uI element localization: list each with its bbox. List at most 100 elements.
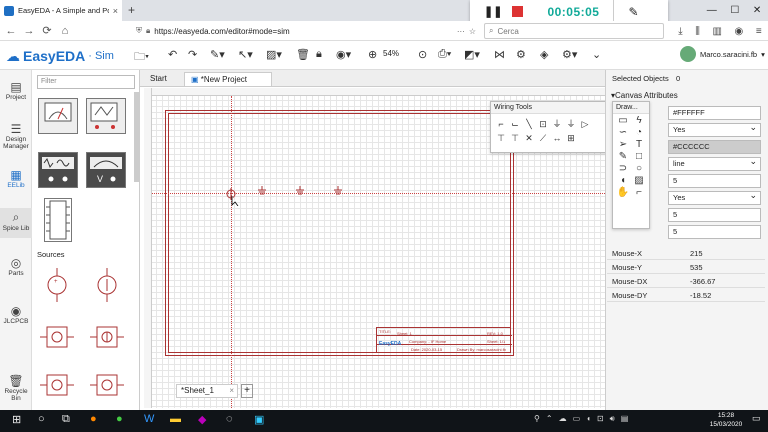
net-label-icon[interactable]: ⊡ [536,119,550,130]
tab-start[interactable]: Start [144,72,173,86]
vcc-flag-icon[interactable]: ⊤ [508,133,522,144]
picture-icon[interactable]: ▨ [631,175,647,186]
forward-icon[interactable]: → [22,25,36,37]
probe-icon[interactable]: ⟋ [536,133,550,144]
bezier-icon[interactable]: ∽ [615,127,631,138]
library-icon[interactable]: ⫼ [695,26,700,37]
paint-icon[interactable]: ▨▾ [266,48,282,61]
hand-icon[interactable]: ✋ [615,187,631,198]
zoom-level[interactable]: 54% [383,49,399,58]
corner-icon[interactable]: ⌐ [631,187,647,198]
notifications-icon[interactable]: ▭ [752,413,761,424]
polygon-icon[interactable]: ⊃ [615,163,631,174]
file-folder-icon[interactable]: 🗀︎▾ [134,48,149,67]
share-icon[interactable]: ⋈ [494,48,505,61]
rail-item-parts[interactable]: ◎ Parts [0,256,32,277]
reload-icon[interactable]: ⟳ [40,24,54,37]
browser-search-field[interactable]: ⌕ Cerca [484,23,664,39]
undo-icon[interactable]: ↶ [168,48,177,61]
grid-color-field[interactable]: #CCCCCC [668,140,761,154]
chevron-down-icon[interactable]: ⌄ [592,48,601,61]
snap-select[interactable]: Yes [668,189,761,205]
voltage-probe-icon[interactable]: ⏚ [564,117,578,130]
settings-export-icon[interactable]: ⎙▾ [438,48,451,61]
zoom-icon[interactable]: ⊕ [368,48,377,61]
wire-icon[interactable]: ⌐ [494,119,508,129]
download-icon[interactable]: ⤓ [678,26,682,37]
minimize-icon[interactable]: — [707,5,717,16]
rail-item-design-manager[interactable]: ☰ Design Manager [0,122,32,150]
pin-icon[interactable]: ↔ [550,133,564,143]
recorder-app-icon[interactable]: ▣ [254,413,264,426]
library-scrollbar[interactable] [134,92,140,182]
pen-icon[interactable]: ✎ [628,5,638,19]
power-flag-icon[interactable]: ⊤ [494,133,508,144]
task-view-icon[interactable]: ⧉ [62,413,70,426]
maximize-icon[interactable]: ☐ [730,5,739,16]
grid-size-field[interactable]: 5 [668,174,761,188]
rail-item-project[interactable]: ▤ Project [0,80,32,101]
vtrig-component-icon[interactable] [86,98,126,134]
cursor-icon[interactable]: ↖▾ [238,48,253,61]
image-icon[interactable]: ▭ [615,115,631,126]
trash-icon[interactable]: 🗑︎ [296,48,310,61]
more-icon[interactable]: ··· [457,27,465,36]
controlled-source-icon[interactable] [38,318,76,356]
bus-entry-icon[interactable]: ╲ [522,119,536,130]
home-icon[interactable]: ⌂ [58,25,72,37]
dc-current-source-icon[interactable] [88,266,126,304]
file-explorer-icon[interactable]: ▬ [170,413,181,425]
waveform-generator-icon[interactable] [38,152,78,188]
menu-icon[interactable]: ≡ [756,26,762,37]
windows-start-icon[interactable]: ⊞ [12,413,21,426]
bookmark-star-icon[interactable]: ☆ [469,27,476,36]
firefox-icon[interactable]: ● [90,413,97,425]
account-icon[interactable]: ◉ [735,26,744,37]
close-tab-icon[interactable]: × [113,6,118,16]
ic-component-icon[interactable] [44,198,72,242]
app-icon[interactable]: ◌ [226,413,233,425]
browser-tab[interactable]: EasyEDA - A Simple and Powe × [0,0,122,21]
contrast-icon[interactable]: ◩▾ [464,48,480,61]
lock-icon[interactable]: 🔒︎ [316,48,322,61]
visible-grid-select[interactable]: Yes [668,121,761,137]
search-icon[interactable]: ○ [38,413,45,425]
rail-item-recycle-bin[interactable]: 🗑︎ Recycle Bin [0,374,32,402]
rail-item-jlcpcb[interactable]: ◉ JLCPCB [0,304,32,325]
run-simulation-icon[interactable]: ⊙ [418,48,427,61]
new-tab-button[interactable]: + [128,3,135,17]
app-icon[interactable]: ◆ [198,413,206,426]
network-icon[interactable]: ⚙ [516,48,526,61]
sidebar-icon[interactable]: ▥ [712,26,721,37]
redo-icon[interactable]: ↷ [188,48,197,61]
text-icon[interactable]: T [631,139,647,150]
close-window-icon[interactable]: ✕ [753,5,761,16]
voltmeter-component-icon[interactable]: V [86,152,126,188]
net-flag-gnd-icon[interactable]: ⏚ [550,117,564,130]
ellipse-icon[interactable]: ○ [631,163,647,174]
snap-size-field[interactable]: 5 [668,208,761,222]
controlled-current-source-icon[interactable] [88,318,126,356]
pie-icon[interactable]: ◖ [615,175,631,186]
vcvs-source-icon[interactable] [38,366,76,404]
lightning-icon[interactable]: ϟ [631,115,647,126]
stop-record-icon[interactable] [512,6,524,17]
url-field[interactable]: ⛨ 🔒︎ https://easyeda.com/editor#mode=sim… [136,23,476,39]
cccs-source-icon[interactable] [88,366,126,404]
tab-new-project[interactable]: ▣ *New Project [184,72,272,86]
freehand-icon[interactable]: ✎ [615,151,631,162]
add-sheet-button[interactable]: + [241,384,253,398]
pencil-icon[interactable]: ✎▾ [210,48,225,61]
dc-voltage-source-icon[interactable]: + [38,266,76,304]
grid-style-select[interactable]: line [668,155,761,171]
meter-component-icon[interactable] [38,98,78,134]
bus-icon[interactable]: ⌙ [508,119,522,130]
arrow-icon[interactable]: ➢ [615,139,631,150]
net-port-icon[interactable]: ▷ [578,119,592,130]
rail-item-eelib[interactable]: ▦ EELib [0,168,32,189]
layers-icon[interactable]: ◈ [540,48,548,61]
background-color-field[interactable]: #FFFFFF [668,106,761,120]
pause-icon[interactable]: ❚❚ [484,5,502,18]
alt-snap-field[interactable]: 5 [668,225,761,239]
taskbar-clock[interactable]: 15:28 15/03/2020 [706,411,746,429]
